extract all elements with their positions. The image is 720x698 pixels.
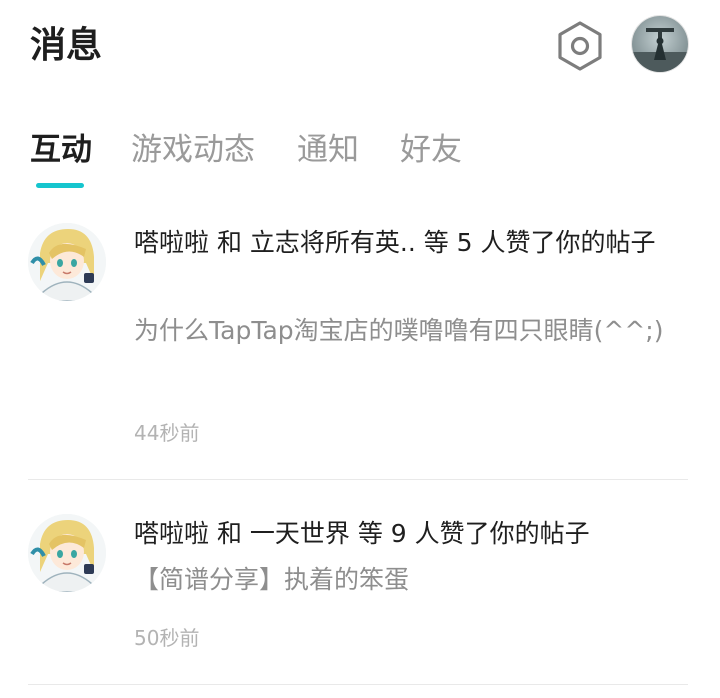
- active-tab-indicator: [36, 183, 84, 188]
- post-snippet[interactable]: 为什么TapTap淘宝店的噗噜噜有四只眼睛(^^;): [134, 309, 674, 353]
- timestamp: 44秒前: [134, 421, 200, 445]
- avatar: [28, 514, 106, 592]
- anime-girl-avatar-icon: [28, 223, 106, 301]
- tab-bar: 互动 游戏动态 通知 好友: [0, 118, 720, 190]
- message-title: 嗒啦啦 和 一天世界 等 9 人赞了你的帖子: [134, 519, 590, 548]
- tab-interaction[interactable]: 互动: [30, 126, 92, 174]
- tab-notifications[interactable]: 通知: [297, 126, 359, 174]
- tab-game-updates[interactable]: 游戏动态: [131, 126, 255, 174]
- user-avatar-button[interactable]: [632, 16, 688, 72]
- avatar: [28, 223, 106, 301]
- message-item[interactable]: 嗒啦啦 和 立志将所有英.. 等 5 人赞了你的帖子 为什么TapTap淘宝店的…: [0, 215, 720, 481]
- messages-page: 消息 互动 游戏动态 通知 好友 嗒啦啦 和 立志将所有英.. 等 5 人赞了你…: [0, 0, 720, 698]
- message-item[interactable]: 嗒啦啦 和 一天世界 等 9 人赞了你的帖子 【简谱分享】执着的笨蛋 50秒前: [0, 508, 720, 684]
- anime-girl-avatar-icon: [28, 514, 106, 592]
- divider: [28, 684, 688, 685]
- header: 消息: [0, 0, 720, 95]
- divider: [28, 479, 688, 480]
- settings-button[interactable]: [554, 18, 606, 74]
- avatar: [632, 16, 688, 72]
- message-title: 嗒啦啦 和 立志将所有英.. 等 5 人赞了你的帖子: [134, 228, 656, 257]
- post-snippet[interactable]: 【简谱分享】执着的笨蛋: [134, 558, 674, 602]
- tab-friends[interactable]: 好友: [400, 126, 462, 174]
- hexagon-gear-icon: [558, 21, 602, 71]
- page-title: 消息: [30, 25, 103, 66]
- timestamp: 50秒前: [134, 626, 200, 650]
